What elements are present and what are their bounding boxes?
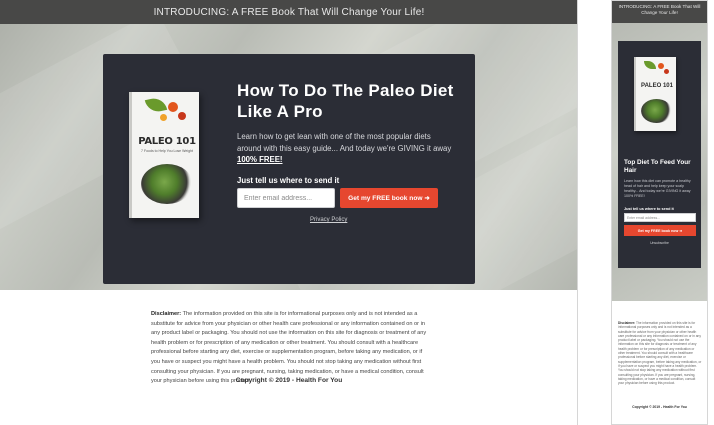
mobile-email-prompt-label: Just tell us where to send it <box>624 207 674 211</box>
copyright: Copyright © 2019 - Health For You <box>235 377 343 384</box>
mobile-disclaimer-text: The information provided on this site is… <box>618 321 702 386</box>
fruit-icon <box>160 114 167 121</box>
email-prompt-label: Just tell us where to send it <box>237 176 340 185</box>
disclaimer: Disclaimer: The information provided on … <box>151 310 429 387</box>
leaf-icon <box>644 61 656 69</box>
ebook-cover-image: PALEO 101 7 Foods to Help You Lose Weigh… <box>129 92 199 218</box>
mobile-copyright: Copyright © 2019 - Health For You <box>632 405 687 409</box>
announcement-text: INTRODUCING: A FREE Book That Will Chang… <box>153 6 425 18</box>
leaf-icon <box>144 96 168 114</box>
get-book-button[interactable]: Get my FREE book now ➜ <box>340 188 438 208</box>
salad-bowl-image <box>141 164 193 204</box>
free-emphasis: 100% FREE! <box>237 155 283 164</box>
mobile-description: Learn how this diet can promote a health… <box>624 179 691 198</box>
page-description: Learn how to get lean with one of the mo… <box>237 131 457 166</box>
mobile-unsubscribe-link[interactable]: Unsubscribe <box>612 241 707 245</box>
mobile-ebook-title: PALEO 101 <box>641 83 673 89</box>
mobile-email-input[interactable] <box>624 213 696 222</box>
mobile-ebook-cover-image: PALEO 101 <box>634 57 676 131</box>
page-headline: How To Do The Paleo Diet Like A Pro <box>237 81 454 121</box>
fruit-icon <box>168 102 178 112</box>
mobile-disclaimer: Disclaimer: The information provided on … <box>618 321 702 385</box>
mobile-get-book-button[interactable]: Get my FREE book now ➜ <box>624 225 696 236</box>
fruit-icon <box>664 69 669 74</box>
email-input[interactable] <box>237 188 335 208</box>
salad-bowl-image <box>641 99 672 123</box>
desktop-preview: INTRODUCING: A FREE Book That Will Chang… <box>0 0 578 425</box>
disclaimer-label: Disclaimer: <box>151 311 182 317</box>
fruit-icon <box>658 63 664 69</box>
description-text: Learn how to get lean with one of the mo… <box>237 132 452 153</box>
disclaimer-text: The information provided on this site is… <box>151 311 427 385</box>
ebook-subtitle: 7 Foods to Help You Lose Weight <box>141 149 193 153</box>
announcement-bar: INTRODUCING: A FREE Book That Will Chang… <box>0 0 577 24</box>
mobile-preview: INTRODUCING: A FREE Book That Will Chang… <box>611 0 708 425</box>
privacy-policy-link[interactable]: Privacy Policy <box>310 217 347 223</box>
mobile-headline: Top Diet To Feed Your Hair <box>624 159 691 174</box>
mobile-announcement-bar: INTRODUCING: A FREE Book That Will Chang… <box>612 1 707 23</box>
fruit-icon <box>178 112 186 120</box>
ebook-title: PALEO 101 <box>138 136 196 147</box>
